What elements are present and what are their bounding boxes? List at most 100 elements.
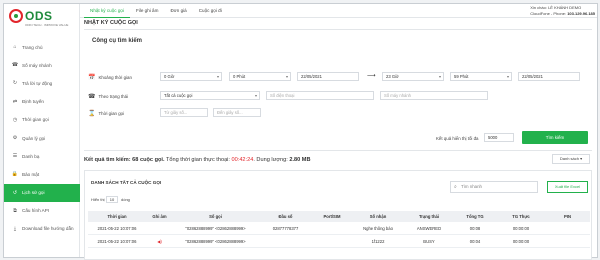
capacity-value: 2.80 MB — [289, 157, 311, 163]
sidebar-item-6[interactable]: ☰ Danh bạ — [4, 147, 80, 165]
export-excel-button[interactable]: Xuất file Excel — [547, 181, 588, 193]
user-name[interactable]: LÊ KHÁNH DEMO — [548, 5, 581, 10]
column-header[interactable]: Thời gian — [88, 214, 146, 219]
sidebar-item-8[interactable]: ↺ Lịch sử gọi — [4, 183, 80, 202]
sidebar-item-1[interactable]: ☎ Số máy nhánh — [4, 56, 80, 74]
hourglass-icon: ⌛ — [88, 110, 96, 117]
recording-icon[interactable]: ◀) — [146, 239, 173, 244]
column-header[interactable]: Số nhận — [351, 214, 405, 219]
table-title: DANH SÁCH TẤT CẢ CUỘC GỌI — [91, 180, 162, 185]
sidebar-item-7[interactable]: 🔒 Bảo mật — [4, 165, 80, 183]
column-header[interactable]: PIN — [545, 214, 590, 219]
search-section-title: Công cụ tìm kiếm — [92, 38, 143, 44]
show-label: Hiển thị — [91, 197, 105, 202]
column-header[interactable]: Ghi âm — [146, 214, 173, 219]
chevron-down-icon: ▾ — [285, 74, 288, 79]
time-range-label: Khoảng thời gian — [98, 74, 132, 80]
table-cell: 2021-05-22 10:07:06 — [97, 239, 137, 244]
column-header[interactable]: Đầu số — [258, 214, 313, 219]
sidebar-item-5[interactable]: ⚙ Quản lý gọi — [4, 129, 80, 147]
view-mode-select[interactable]: Danh sách ▾ — [552, 154, 590, 164]
home-icon: ⌂ — [13, 44, 17, 51]
route-icon: ⇄ — [12, 98, 18, 105]
column-header[interactable]: Port/SIM — [313, 214, 351, 219]
call-list-card: DANH SÁCH TẤT CẢ CUỘC GỌI ⌕ Tìm nhanh Xu… — [84, 170, 592, 260]
to-date-input[interactable]: 22/05/2021 — [518, 72, 580, 81]
from-minute-select[interactable]: 0 Phút ▾ — [229, 72, 291, 81]
time-range-row: 📅 Khoảng thời gian — [88, 72, 132, 82]
sidebar-item-3[interactable]: ⇄ Định tuyến — [4, 93, 80, 111]
table-cell: "02862888999" <02862888999> — [185, 239, 246, 244]
column-header[interactable]: Số gọi — [173, 214, 258, 219]
status-row: ☎ Theo trạng thái — [88, 91, 128, 101]
column-header[interactable]: Tổng TG — [453, 214, 497, 219]
logo[interactable]: ODS ODIN TECH · IMPROVE VALUE — [7, 6, 77, 31]
to-minute-select[interactable]: 59 Phút ▾ — [450, 72, 512, 81]
status-label: Theo trạng thái — [98, 93, 129, 99]
column-header[interactable]: TG Thực — [497, 214, 545, 219]
status-select[interactable]: Tất cả cuộc gọi ▾ — [160, 91, 260, 100]
clock-icon: ◷ — [12, 116, 18, 123]
sidebar-item-0[interactable]: ⌂ Trang chủ — [4, 38, 80, 56]
capacity-label: . Dung lượng: — [253, 157, 290, 163]
from-hour-select[interactable]: 0 Giờ ▾ — [160, 72, 222, 81]
api-icon: ⧉ — [13, 207, 17, 214]
extension-input[interactable]: Số máy nhánh — [380, 91, 488, 100]
tab-2[interactable]: Đơn giá — [164, 4, 192, 18]
tab-bar: Nhật ký cuộc gọi File ghi âm Đơn giá Cuộc g… — [84, 4, 228, 18]
divider — [84, 150, 592, 151]
table-cell: 00:00:00 — [512, 226, 530, 231]
table-cell: 00:00:00 — [512, 239, 530, 244]
quick-search-input[interactable]: ⌕ Tìm nhanh — [450, 181, 538, 193]
sidebar-item-label: Cấu hình API — [22, 208, 50, 214]
history-icon: ↺ — [12, 189, 18, 196]
duration-label: Thời gian gọi — [98, 110, 125, 116]
phone-icon: ☎ — [11, 62, 19, 69]
settings-icon: ⚙ — [12, 135, 18, 142]
sidebar-menu: ⌂ Trang chủ ☎ Số máy nhánh ↻ Trả lời tự động ⇄… — [4, 38, 80, 238]
page-size-select[interactable]: 10 — [106, 196, 118, 203]
sidebar-item-label: Số máy nhánh — [22, 62, 52, 68]
talk-time-label: Tổng thời gian thực thoại: — [164, 157, 232, 163]
chevron-down-icon: ▾ — [216, 74, 219, 79]
result-count: Kết quả tìm kiếm: 68 cuộc gọi. — [84, 157, 165, 163]
max-results-input[interactable]: 5000 — [484, 133, 514, 142]
sidebar-item-4[interactable]: ◷ Thời gian gọi — [4, 111, 80, 129]
divider — [84, 29, 592, 30]
to-hour-select[interactable]: 23 Giờ ▾ — [382, 72, 444, 81]
sidebar-item-label: Định tuyến — [22, 99, 44, 105]
chevron-down-icon: ▾ — [254, 93, 257, 98]
user-info: Xin chào: LÊ KHÁNH DEMO CloudFone - Phon… — [530, 5, 595, 17]
sidebar-item-label: Danh bạ — [22, 153, 40, 159]
max-results-row: Kết quả hiển thị tối đa — [436, 133, 478, 143]
tab-1[interactable]: File ghi âm — [130, 4, 164, 18]
table-cell: 1f1222 — [371, 239, 385, 244]
sidebar-item-label: Trang chủ — [22, 44, 43, 50]
arrow-right-icon: ⟶ — [367, 73, 376, 79]
greeting-label: Xin chào: — [530, 5, 547, 10]
duration-to-input[interactable]: Đến giây số... — [213, 108, 261, 117]
table-cell: "02862888999" <02862888999> — [185, 226, 246, 231]
tab-3[interactable]: Cuộc gọi đi — [193, 4, 228, 18]
from-date-input[interactable]: 22/05/2021 — [297, 72, 359, 81]
table-row[interactable]: 2021-05-22 10:07:06 ◀) "02862888999" <0286… — [88, 236, 590, 248]
duration-from-input[interactable]: Từ giây số... — [160, 108, 208, 117]
column-header[interactable]: Trạng thái — [405, 214, 453, 219]
chevron-down-icon: ▾ — [580, 156, 583, 161]
sidebar-item-2[interactable]: ↻ Trả lời tự động — [4, 74, 80, 92]
sidebar-item-label: Trả lời tự động — [22, 80, 53, 86]
phone-icon: ☎ — [88, 93, 96, 100]
sidebar-item-10[interactable]: ⤓ Download file hướng dẫn — [4, 220, 80, 238]
search-button[interactable]: Tìm kiếm — [522, 131, 588, 144]
logo-subtitle: ODIN TECH · IMPROVE VALUE — [25, 23, 69, 27]
account-label: CloudFone - Phone: — [530, 11, 567, 16]
sidebar-item-9[interactable]: ⧉ Cấu hình API — [4, 202, 80, 220]
max-results-label: Kết quả hiển thị tối đa — [436, 135, 479, 141]
calendar-icon: 📅 — [88, 74, 96, 81]
chevron-down-icon: ▾ — [506, 74, 509, 79]
phone-number-input[interactable]: Số điện thoại — [266, 91, 374, 100]
tab-0[interactable]: Nhật ký cuộc gọi — [84, 4, 130, 18]
table-row[interactable]: 2021-05-22 10:07:06 "02862888999" <028628… — [88, 223, 590, 235]
chevron-down-icon: ▾ — [438, 74, 441, 79]
refresh-icon: ↻ — [12, 80, 18, 87]
